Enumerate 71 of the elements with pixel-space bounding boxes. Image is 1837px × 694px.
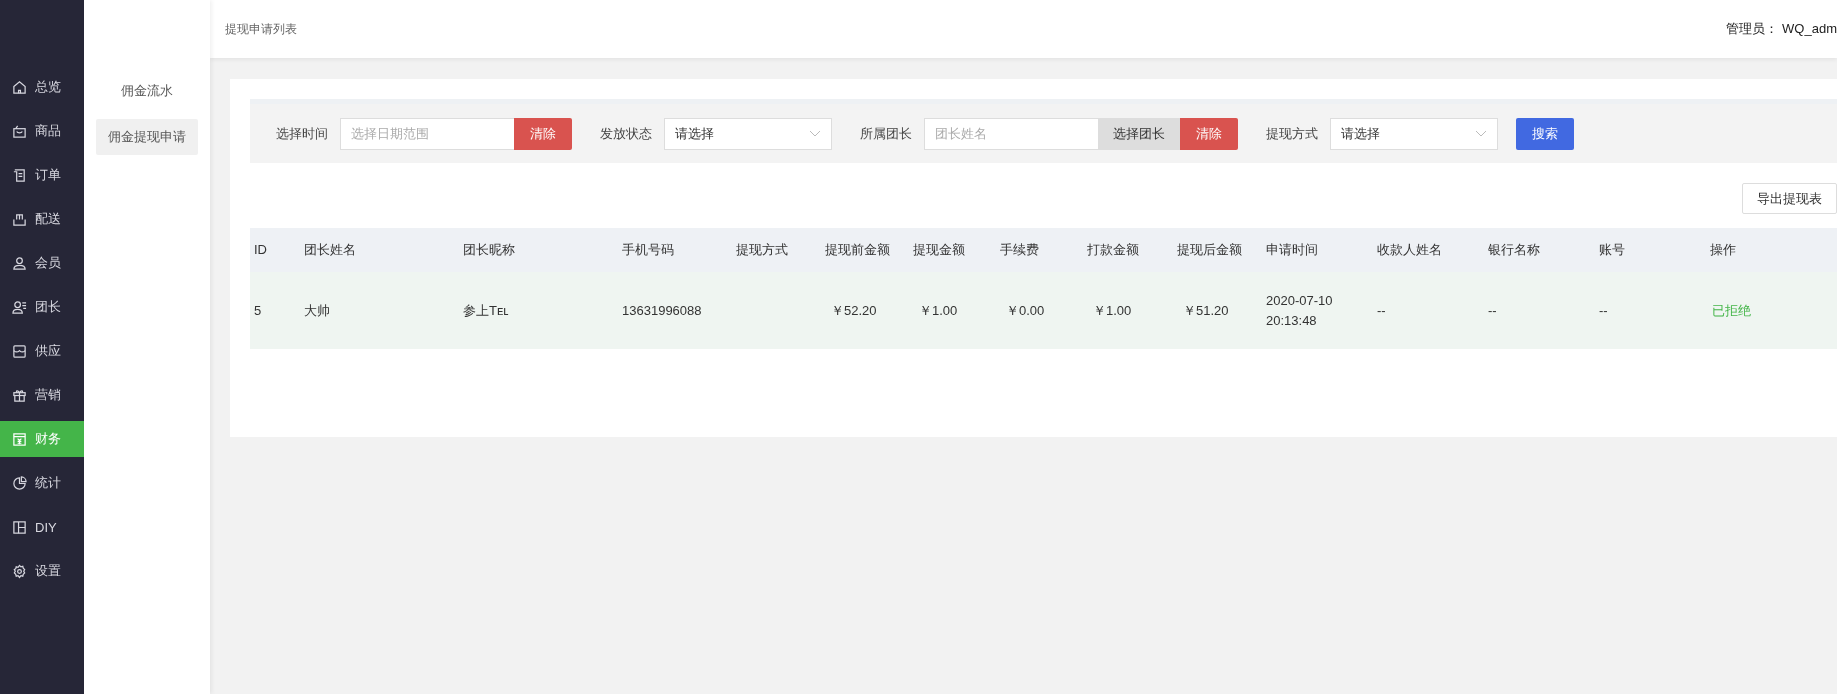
sidebar-item[interactable]: 供应 [0,329,84,373]
sidebar-item[interactable]: 营销 [0,373,84,417]
table-cell-text: ￥1.00 [1092,301,1133,320]
chevron-down-icon [1475,129,1487,138]
table-cell-text: 5 [253,301,263,320]
status-text: 已拒绝 [1711,301,1752,320]
select-dropdown[interactable]: 请选择 [664,117,832,150]
filter-label: 发放状态 [600,124,652,143]
column-header: 团长昵称 [462,241,516,259]
date-range-field[interactable]: 选择日期范围 [340,117,514,150]
clear-button[interactable]: 清除 [1180,117,1238,150]
store-icon [12,343,27,359]
table-cell-text: 13631996088 [621,301,703,320]
chevron-down-icon [809,129,821,138]
export-button[interactable]: 导出提现表 [1742,183,1837,214]
sidebar-item[interactable]: DIY [0,505,84,549]
box-icon [12,211,27,227]
subnav-item[interactable]: 佣金提现申请 [96,119,198,155]
column-header: 手续费 [999,241,1040,259]
table-cell-text: 大帅 [303,301,331,320]
column-header: 打款金额 [1086,241,1140,259]
sidebar-item[interactable]: 团长 [0,285,84,329]
table-cell-text: ￥52.20 [830,301,878,320]
layout-icon [12,519,27,535]
filter-label: 所属团长 [860,124,912,143]
user-list-icon [12,299,27,315]
table-cell-text: 参上Tᴇʟ [462,301,510,320]
column-header: 提现金额 [912,241,966,259]
table-cell-text: -- [1598,301,1609,320]
sidebar-item[interactable]: 统计 [0,461,84,505]
sidebar-item[interactable]: 会员 [0,241,84,285]
clear-button[interactable]: 清除 [514,117,572,150]
search-button[interactable]: 搜索 [1516,117,1574,150]
sidebar-item[interactable]: 商品 [0,109,84,153]
column-header: 操作 [1709,241,1737,259]
sidebar-item[interactable]: 订单 [0,153,84,197]
bag-icon [12,123,27,139]
column-header: 提现方式 [735,241,789,259]
gear-icon [12,563,27,579]
gift-icon [12,387,27,403]
table-cell-text: 2020-07-10 20:13:48 [1265,291,1334,330]
column-header: 提现前金额 [824,241,891,259]
table-cell-text: -- [1487,301,1498,320]
column-header: 银行名称 [1487,241,1541,259]
table-cell-text: -- [1376,301,1387,320]
table-cell-text: ￥0.00 [1005,301,1046,320]
select-leader-button[interactable]: 选择团长 [1098,117,1180,150]
select-dropdown[interactable]: 请选择 [1330,117,1498,150]
column-header: 提现后金额 [1176,241,1243,259]
table-cell-text: ￥1.00 [918,301,959,320]
column-header: 账号 [1598,241,1626,259]
filter-label: 选择时间 [276,124,328,143]
subnav-item[interactable]: 佣金流水 [96,73,198,109]
column-header: ID [253,241,268,259]
yuan-icon [12,431,27,447]
sidebar-item[interactable]: 总览 [0,65,84,109]
sidebar-item[interactable]: 设置 [0,549,84,593]
page-title: 提现申请列表 [225,20,297,38]
user-icon [12,255,27,271]
receipt-icon [12,167,27,183]
admin-label: 管理员： WQ_adm [1726,20,1837,38]
leader-name-field[interactable]: 团长姓名 [924,117,1098,150]
table-cell-text: ￥51.20 [1182,301,1230,320]
column-header: 申请时间 [1265,241,1319,259]
pie-chart-icon [12,475,27,491]
filter-label: 提现方式 [1266,124,1318,143]
sidebar-item[interactable]: 配送 [0,197,84,241]
column-header: 收款人姓名 [1376,241,1443,259]
column-header: 手机号码 [621,241,675,259]
column-header: 团长姓名 [303,241,357,259]
house-icon [12,79,27,95]
